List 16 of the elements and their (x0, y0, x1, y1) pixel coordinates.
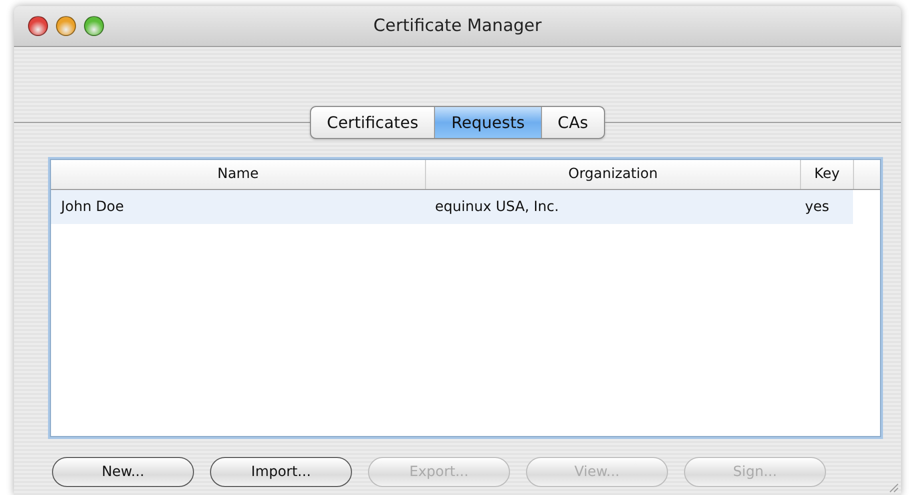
column-header[interactable]: Organization (426, 160, 801, 189)
push-button[interactable]: Import... (210, 457, 352, 487)
table-cell-text: John Doe (59, 199, 125, 215)
table-row[interactable]: John Doe equinux USA, Inc. yes (51, 190, 853, 224)
column-header[interactable]: Name (51, 160, 426, 189)
zoom-button[interactable] (84, 16, 104, 36)
push-button[interactable]: New... (52, 457, 194, 487)
column-header[interactable]: Key (801, 160, 854, 189)
close-button[interactable] (28, 16, 48, 36)
table-cell-text: equinux USA, Inc. (434, 199, 560, 215)
window-title: Certificate Manager (373, 16, 542, 36)
tab[interactable]: CAs (542, 107, 604, 138)
minimize-button[interactable] (56, 16, 76, 36)
resize-grip-icon[interactable] (887, 481, 899, 493)
table-cell-text: yes (804, 199, 830, 215)
tab[interactable]: Requests (435, 107, 542, 138)
